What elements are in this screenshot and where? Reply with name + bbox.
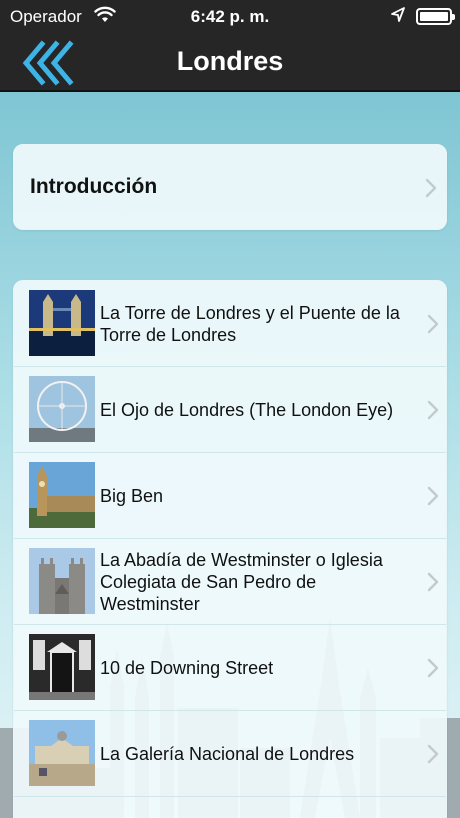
chevron-right-icon [425,178,437,198]
london-eye-photo [29,376,95,442]
list-item[interactable]: La Abadía de Westminster o Iglesia Coleg… [14,539,446,625]
status-bar: Operador 6:42 p. m. [0,0,460,34]
list-item-title: La Abadía de Westminster o Iglesia Coleg… [100,550,383,614]
list-item-title: El Ojo de Londres (The London Eye) [100,400,394,420]
battery-icon [416,8,455,25]
navigation-bar: Londres [0,34,460,92]
downing-street-photo [29,634,95,700]
attractions-list: La Torre de Londres y el Puente de la To… [13,280,447,818]
westminster-abbey-photo [29,548,95,614]
intro-label: Introducción [30,175,158,198]
intro-row[interactable]: Introducción [13,144,447,230]
list-item-title: 10 de Downing Street [100,658,274,678]
chevron-right-icon [427,572,439,592]
page-title: Londres [176,46,284,76]
location-arrow-icon [391,7,405,22]
list-item[interactable]: La Torre de Londres y el Puente de la To… [14,281,446,367]
chevron-right-icon [427,744,439,764]
list-item-title: La Torre de Londres y el Puente de la To… [100,303,400,345]
list-item[interactable]: La Galería Nacional de Londres [14,711,446,797]
content-area: Introducción La Torre de Londres y el Pu… [0,92,460,818]
national-gallery-photo [29,720,95,786]
big-ben-photo [29,462,95,528]
chevron-right-icon [427,400,439,420]
list-item[interactable]: El Ojo de Londres (The London Eye) [14,367,446,453]
list-item[interactable]: 10 de Downing Street [14,625,446,711]
chevron-right-icon [427,658,439,678]
chevron-right-icon [427,314,439,334]
chevron-right-icon [427,486,439,506]
tower-bridge-photo [29,290,95,356]
list-item[interactable]: Big Ben [14,453,446,539]
list-item-title: La Galería Nacional de Londres [100,744,355,764]
list-item-title: Big Ben [100,486,164,506]
